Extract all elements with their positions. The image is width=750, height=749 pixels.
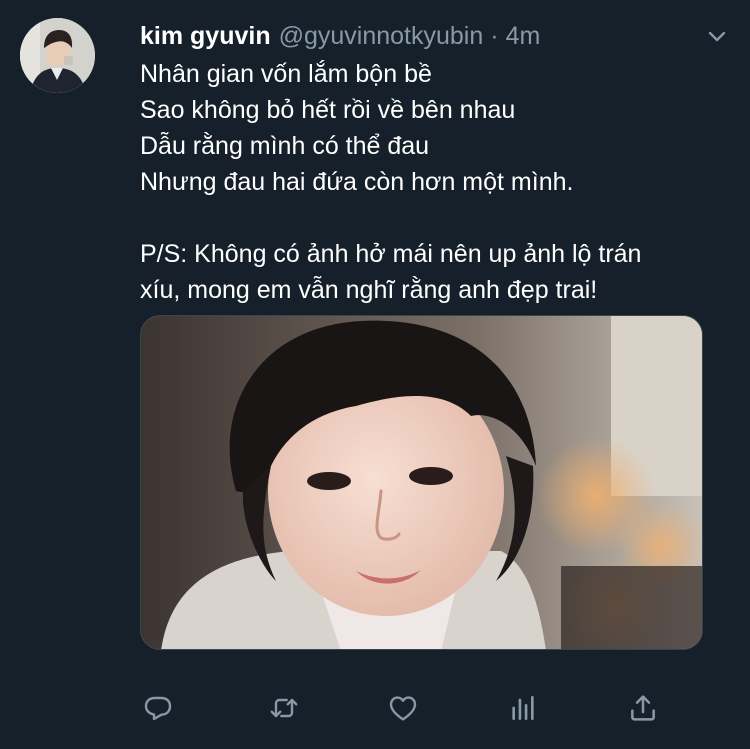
tweet-text-line: Sao không bỏ hết rồi về bên nhau: [140, 96, 516, 124]
tweet-media-photo[interactable]: [140, 315, 703, 650]
tweet: kim gyuvin @gyuvinnotkyubin · 4m Nhân gi…: [0, 0, 750, 749]
chevron-down-icon: [708, 31, 726, 42]
like-button[interactable]: [385, 690, 421, 726]
more-options-button[interactable]: [700, 24, 734, 48]
photo-image: [141, 316, 702, 649]
reply-icon: [144, 696, 172, 721]
tweet-text-line: xíu, mong em vẫn nghĩ rằng anh đẹp trai!: [140, 276, 598, 304]
tweet-text: Nhân gian vốn lắm bộn bề Sao không bỏ hế…: [140, 56, 720, 308]
analytics-icon: [512, 696, 534, 720]
retweet-icon: [270, 698, 298, 718]
retweet-button[interactable]: [266, 690, 302, 726]
analytics-button[interactable]: [505, 690, 541, 726]
tweet-text-blank-line: [140, 200, 720, 236]
tweet-text-line: Nhân gian vốn lắm bộn bề: [140, 60, 432, 88]
tweet-text-line: Dẫu rằng mình có thể đau: [140, 132, 430, 160]
profile-avatar[interactable]: [20, 18, 95, 93]
separator-dot: ·: [490, 22, 499, 50]
author-display-name[interactable]: kim gyuvin: [140, 20, 271, 52]
share-button[interactable]: [625, 690, 661, 726]
tweet-text-line: P/S: Không có ảnh hở mái nên up ảnh lộ t…: [140, 240, 642, 268]
tweet-timestamp[interactable]: 4m: [506, 20, 541, 52]
share-icon: [631, 695, 655, 721]
tweet-header: kim gyuvin @gyuvinnotkyubin · 4m: [140, 20, 540, 52]
tweet-text-line: Nhưng đau hai đứa còn hơn một mình.: [140, 168, 574, 196]
author-handle[interactable]: @gyuvinnotkyubin: [279, 20, 484, 52]
reply-button[interactable]: [140, 690, 176, 726]
avatar-image: [20, 18, 95, 93]
tweet-actions: [140, 690, 680, 734]
heart-icon: [389, 696, 417, 721]
